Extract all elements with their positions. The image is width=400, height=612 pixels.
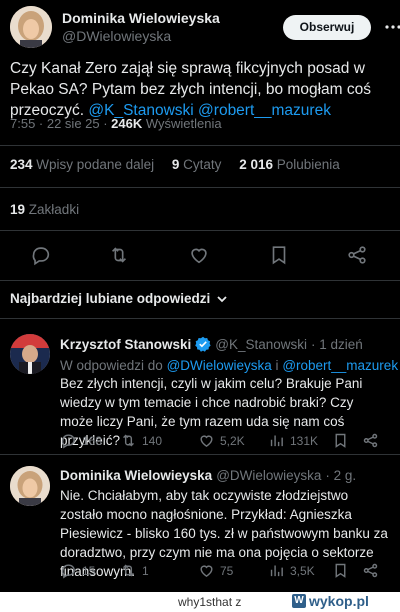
reply-button[interactable]: 15 (60, 562, 95, 579)
reply-author-name[interactable]: Dominika Wielowieyska (60, 468, 212, 483)
views-label: Wyświetlenia (145, 116, 222, 131)
watermark-user: why1sthat z (178, 595, 241, 609)
bookmarks-count[interactable]: 19 (10, 202, 25, 217)
views-button[interactable]: 3,5K (268, 562, 315, 579)
tweet-timestamp[interactable]: 7:55 · 22 sie 25 · (10, 116, 111, 131)
watermark-bar: why1sthat z Wwykop.pl (0, 592, 400, 612)
tweet-meta: 7:55 · 22 sie 25 · 246K Wyświetlenia (10, 116, 222, 131)
reply-author-handle[interactable]: @K_Stanowski (215, 337, 307, 352)
quotes-label[interactable]: Cytaty (183, 157, 221, 172)
retweet-icon (120, 562, 137, 579)
mention-link[interactable]: @DWielowieyska (167, 358, 272, 373)
like-icon (198, 432, 215, 449)
sort-label: Najbardziej lubiane odpowiedzi (10, 291, 211, 306)
views-icon (268, 432, 285, 449)
reply-item[interactable]: Krzysztof Stanowski @K_Stanowski · 1 dzi… (0, 334, 400, 454)
reply-time[interactable]: · 2 g. (325, 468, 356, 483)
reply-to-line: W odpowiedzi do @DWielowieyska i @robert… (60, 358, 398, 373)
follow-button[interactable]: Obserwuj (283, 15, 371, 40)
likes-label[interactable]: Polubienia (277, 157, 340, 172)
bookmark-icon (332, 562, 349, 579)
reply-to-join: i (271, 358, 283, 373)
share-icon (362, 432, 379, 449)
like-count: 5,2K (220, 433, 245, 448)
reply-icon (60, 432, 77, 449)
divider (0, 280, 400, 281)
share-button[interactable] (362, 562, 379, 579)
like-button[interactable]: 75 (198, 562, 233, 579)
reply-to-prefix: W odpowiedzi do (60, 358, 167, 373)
bookmark-icon (332, 432, 349, 449)
retweet-count: 140 (142, 433, 163, 448)
like-count: 75 (220, 563, 234, 578)
reply-time[interactable]: · 1 dzień (311, 337, 363, 352)
wykop-logo: Wwykop.pl (292, 593, 369, 609)
views-count: 3,5K (290, 563, 315, 578)
reply-button[interactable]: 168 (60, 432, 102, 449)
retweet-icon (120, 432, 137, 449)
verified-badge-icon (195, 336, 211, 352)
divider (0, 145, 400, 146)
reply-avatar[interactable] (10, 334, 50, 374)
retweets-count[interactable]: 234 (10, 157, 33, 172)
reply-actions: 15 1 75 3,5K (60, 562, 390, 582)
likes-count[interactable]: 2 016 (239, 157, 273, 172)
reply-actions: 168 140 5,2K 131K (60, 432, 390, 452)
watermark-username: why1sthat (178, 595, 233, 609)
reply-author-handle[interactable]: @DWielowieyska (216, 468, 321, 483)
like-button[interactable]: 5,2K (198, 432, 245, 449)
tweet-header: Dominika Wielowieyska @DWielowieyska Obs… (10, 6, 400, 48)
reply-item[interactable]: Dominika Wielowieyska @DWielowieyska · 2… (0, 466, 400, 586)
retweet-icon[interactable] (108, 244, 130, 266)
bookmark-button[interactable] (332, 432, 349, 449)
reply-icon (60, 562, 77, 579)
author-handle[interactable]: @DWielowieyska (62, 28, 171, 44)
like-icon (198, 562, 215, 579)
views-count: 246K (111, 116, 143, 131)
author-avatar[interactable] (10, 6, 52, 48)
replies-sort-selector[interactable]: Najbardziej lubiane odpowiedzi (10, 291, 228, 306)
reply-avatar[interactable] (10, 466, 50, 506)
views-button[interactable]: 131K (268, 432, 318, 449)
divider (0, 454, 400, 455)
share-button[interactable] (362, 432, 379, 449)
more-options-icon[interactable] (384, 18, 400, 36)
share-icon[interactable] (346, 244, 368, 266)
divider (0, 187, 400, 188)
reply-header: Dominika Wielowieyska @DWielowieyska · 2… (60, 468, 356, 483)
bookmark-icon[interactable] (268, 244, 290, 266)
reply-icon[interactable] (30, 244, 52, 266)
reply-author-name[interactable]: Krzysztof Stanowski (60, 337, 191, 352)
tweet-text: Czy Kanał Zero zajął się sprawą fikcyjny… (10, 58, 390, 121)
reply-count: 168 (82, 433, 103, 448)
author-name[interactable]: Dominika Wielowieyska (62, 10, 220, 26)
like-icon[interactable] (188, 244, 210, 266)
retweet-count: 1 (142, 563, 149, 578)
engagement-stats: 234 Wpisy podane dalej 9 Cytaty 2 016 Po… (10, 157, 354, 172)
retweet-button[interactable]: 140 (120, 432, 162, 449)
views-count: 131K (290, 433, 319, 448)
retweets-label[interactable]: Wpisy podane dalej (36, 157, 154, 172)
wykop-logo-icon: W (292, 594, 306, 608)
share-icon (362, 562, 379, 579)
reply-count: 15 (82, 563, 96, 578)
chevron-down-icon (216, 293, 228, 305)
quotes-count[interactable]: 9 (172, 157, 180, 172)
wykop-logo-text: wykop.pl (309, 593, 369, 609)
retweet-button[interactable]: 1 (120, 562, 149, 579)
divider (0, 318, 400, 319)
bookmarks-stat: 19 Zakładki (10, 202, 79, 217)
views-icon (268, 562, 285, 579)
mention-link[interactable]: @robert__mazurek (282, 358, 398, 373)
watermark-z: z (235, 595, 242, 609)
divider (0, 230, 400, 231)
bookmarks-label[interactable]: Zakładki (29, 202, 79, 217)
bookmark-button[interactable] (332, 562, 349, 579)
reply-header: Krzysztof Stanowski @K_Stanowski · 1 dzi… (60, 336, 363, 352)
